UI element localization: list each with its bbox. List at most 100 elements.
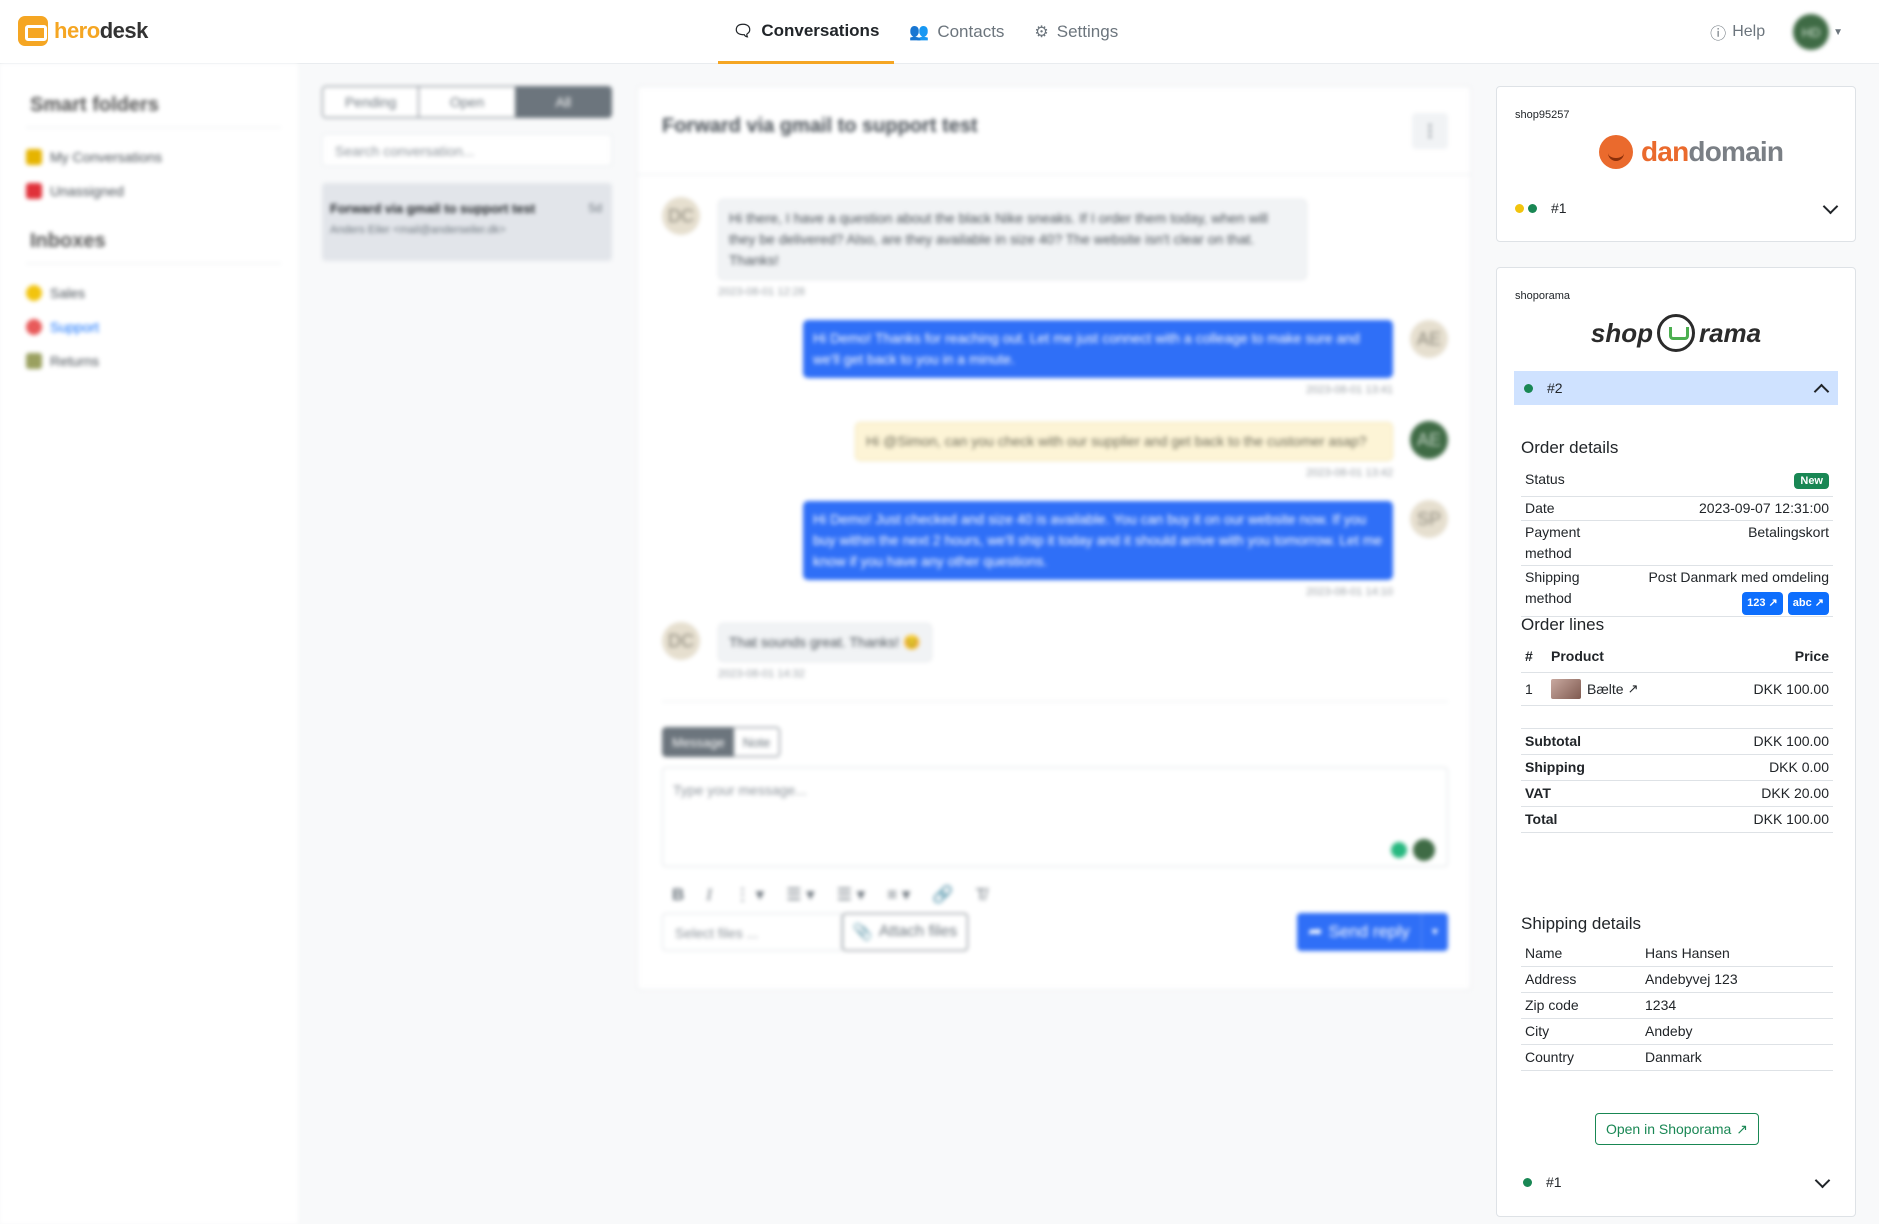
file-input[interactable]: Select files ... (662, 913, 842, 951)
table-row: 1 Bælte ↗ DKK 100.00 (1521, 673, 1833, 706)
bold-icon[interactable]: B (672, 885, 684, 905)
list-item[interactable]: Forward via gmail to support test 5d And… (322, 183, 612, 261)
product-name: Bælte (1587, 681, 1624, 697)
column-header: Price (1794, 648, 1829, 664)
order-toggle[interactable]: #1 (1515, 191, 1837, 225)
bullet-list-icon[interactable]: ☰ ▾ (786, 885, 815, 905)
align-icon[interactable]: ≡ ▾ (887, 885, 910, 905)
tab-note[interactable]: Note (733, 728, 780, 756)
product-thumbnail (1551, 679, 1581, 699)
sidebar-item-unassigned[interactable]: Unassigned (26, 174, 284, 208)
nav-contacts[interactable]: 👥 Contacts (894, 0, 1019, 64)
sidebar-item-my-conversations[interactable]: My Conversations (26, 140, 284, 174)
more-options-button[interactable]: ⋮ (1412, 113, 1448, 149)
status-dot-green (1523, 1177, 1532, 1187)
help-label: Help (1732, 23, 1766, 40)
chat-logo-icon (18, 16, 48, 46)
inboxes-heading: Inboxes (26, 230, 281, 264)
send-reply-button[interactable]: ➦ Send reply ▼ (1297, 913, 1448, 951)
total-value: DKK 0.00 (1769, 759, 1829, 775)
detail-row-payment: Payment method Betalingskort (1521, 521, 1833, 566)
clear-format-icon[interactable]: T̸ (976, 885, 986, 905)
divider (662, 701, 1448, 702)
send-options-dropdown[interactable]: ▼ (1422, 927, 1448, 938)
order-toggle[interactable]: #1 (1515, 1165, 1837, 1199)
detail-label: Payment method (1525, 524, 1581, 561)
status-dot-green (1528, 203, 1537, 213)
search-input[interactable]: Search conversation... (322, 134, 612, 166)
message-input[interactable]: Type your message... (662, 767, 1448, 867)
filter-open[interactable]: Open (419, 87, 516, 117)
message-text: Hi Demo! Just checked and size 40 is ava… (803, 501, 1393, 580)
conversation-sender: Anders Eiler <mail@anderseiler.dk> (330, 224, 506, 236)
numbered-list-icon[interactable]: ☰ ▾ (837, 885, 866, 905)
sidebar-item-returns[interactable]: Returns (26, 344, 284, 378)
help-link[interactable]: ⓘ Help (1710, 20, 1765, 44)
question-circle-icon: ⓘ (1710, 26, 1727, 43)
tracking-link-abc[interactable]: abc ↗ (1787, 592, 1829, 615)
shipping-details-table: Name Hans Hansen Address Andebyvej 123 Z… (1521, 941, 1833, 1071)
detail-label: Shipping method (1525, 569, 1580, 606)
nav-conversations[interactable]: 🗨 Conversations (718, 0, 895, 64)
order-totals: Subtotal DKK 100.00 Shipping DKK 0.00 VA… (1521, 728, 1833, 833)
tracking-link-123[interactable]: 123 ↗ (1742, 592, 1783, 615)
shop-card-shoporama: shoporama shop rama #2 Order details Sta… (1496, 267, 1856, 1217)
sidebar-item-label: Unassigned (50, 183, 124, 199)
detail-label: Address (1525, 971, 1577, 987)
kebab-icon: ⋮ (1422, 123, 1438, 140)
user-menu[interactable]: HD ▼ (1793, 14, 1843, 50)
message-time: 2023-08-01 14:32 (718, 668, 805, 680)
avatar: AE (1410, 320, 1448, 358)
message-time: 2023-08-01 12:28 (718, 286, 805, 298)
grammar-check-icon[interactable] (1413, 839, 1435, 861)
order-lines-table: # Product Price 1 Bælte ↗ DKK 100.00 (1521, 640, 1833, 706)
attach-files-button[interactable]: 📎 Attach files (842, 913, 968, 951)
link-icon[interactable]: 🔗 (932, 885, 953, 905)
paperclip-icon: 📎 (852, 924, 873, 941)
nav-settings[interactable]: ⚙ Settings (1019, 0, 1133, 64)
message-note: Hi @Simon, can you check with our suppli… (855, 422, 1393, 479)
dandomain-face-icon (1599, 135, 1633, 169)
order-details-title: Order details (1521, 438, 1619, 457)
detail-value: Betalingskort (1748, 524, 1829, 540)
caret-down-icon: ▼ (1833, 26, 1843, 38)
column-header: Product (1551, 648, 1604, 664)
message-outbound: Hi Demo! Just checked and size 40 is ava… (803, 501, 1393, 598)
smart-folders-heading: Smart folders (26, 94, 281, 128)
totals-row-total: Total DKK 100.00 (1521, 807, 1833, 833)
sidebar-item-support[interactable]: Support (26, 310, 284, 344)
conversation-panel: Forward via gmail to support test ⋮ DC H… (637, 86, 1471, 990)
message-placeholder: Type your message... (673, 782, 807, 798)
tab-message[interactable]: Message (663, 728, 734, 756)
message-outbound: Hi Demo! Thanks for reaching out. Let me… (803, 320, 1393, 396)
detail-value: Andeby (1645, 1023, 1693, 1039)
text-size-icon[interactable]: ⋮ ▾ (734, 885, 764, 905)
shipping-row-country: Country Danmark (1521, 1045, 1833, 1071)
order-number: #1 (1551, 200, 1567, 216)
italic-icon[interactable]: I (706, 885, 712, 905)
filter-all[interactable]: All (515, 87, 611, 117)
detail-value: Danmark (1645, 1049, 1702, 1065)
order-toggle-active[interactable]: #2 (1514, 371, 1838, 405)
total-label: Total (1525, 811, 1558, 827)
shop-id: shoporama (1515, 290, 1571, 302)
detail-label: Zip code (1525, 997, 1579, 1013)
left-sidebar: Smart folders My Conversations Unassigne… (0, 64, 298, 1224)
sidebar-item-sales[interactable]: Sales (26, 276, 284, 310)
open-in-shoporama-button[interactable]: Open in Shoporama ↗ (1595, 1113, 1759, 1145)
order-number: #2 (1547, 380, 1563, 396)
line-number: 1 (1525, 681, 1533, 697)
logo-part-a: shop (1590, 317, 1653, 348)
send-reply-main[interactable]: ➦ Send reply (1297, 913, 1422, 951)
shop-card-dandomain: shop95257 dandomain #1 (1496, 86, 1856, 242)
message-time: 2023-08-01 13:41 (1306, 384, 1393, 396)
conversation-list: Pending Open All Search conversation... … (322, 86, 612, 261)
status-filter: Pending Open All (322, 86, 612, 118)
shipping-row-zip: Zip code 1234 (1521, 993, 1833, 1019)
filter-pending[interactable]: Pending (323, 87, 420, 117)
message-text: Hi Demo! Thanks for reaching out. Let me… (803, 320, 1393, 378)
external-link-icon[interactable]: ↗ (1628, 681, 1639, 697)
nav-label: Contacts (937, 22, 1005, 41)
brand-logo[interactable]: herodesk (18, 16, 148, 46)
location-pin-icon[interactable] (1391, 842, 1407, 858)
